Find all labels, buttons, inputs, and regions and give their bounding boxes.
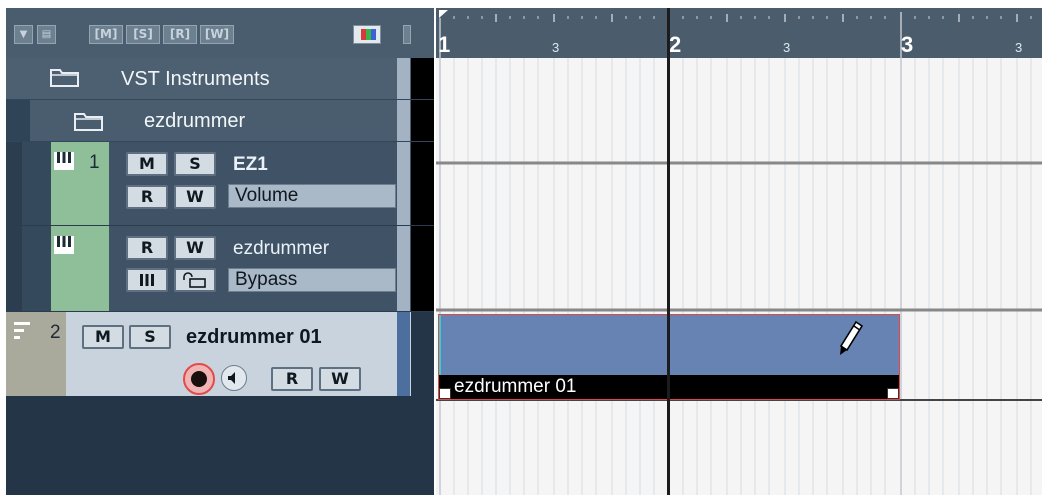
track-scroll-strip <box>397 142 410 225</box>
track-divider-strip <box>411 58 434 99</box>
bypass-bars-icon <box>140 274 154 286</box>
read-automation-button[interactable]: R <box>126 236 168 260</box>
track-divider-strip <box>411 100 434 141</box>
track-divider-strip <box>411 312 434 396</box>
track-instrument-ezdrummer[interactable]: R W ezdrummer Bypass <box>6 226 434 312</box>
track-scroll-strip <box>397 58 410 99</box>
track-folder-ezdrummer[interactable]: ezdrummer <box>6 100 434 142</box>
ruler-bar-label: 2 <box>669 32 682 57</box>
track-color-strip: 2 <box>6 312 66 396</box>
folder-indent-strip <box>6 142 22 225</box>
cubase-project-window: ▼ ▤ [M] [S] [R] [W] VST Instruments ezdr… <box>0 0 1042 495</box>
track-name[interactable]: EZ1 <box>233 154 268 176</box>
ruler-beat-label: 3 <box>552 40 560 55</box>
triangle-down-icon: ▼ <box>19 29 28 40</box>
track-midi-ezdrummer-01[interactable]: 2 M S ezdrummer 01 R W <box>6 312 434 398</box>
track-list-menu-button[interactable]: ▤ <box>37 25 56 44</box>
piano-icon <box>54 152 74 170</box>
write-automation-button[interactable]: W <box>174 185 216 209</box>
arrange-grid <box>436 58 1042 495</box>
track-scroll-strip <box>397 226 410 311</box>
automation-parameter-select[interactable]: Bypass <box>228 268 396 292</box>
folder-indent-strip <box>6 226 22 311</box>
mute-button[interactable]: M <box>126 152 168 176</box>
track-list-toolbar: ▼ ▤ [M] [S] [R] [W] <box>6 8 434 58</box>
collapse-tracks-button[interactable]: ▼ <box>14 25 33 44</box>
track-name[interactable]: ezdrummer 01 <box>186 326 322 349</box>
timeline-ruler[interactable]: 1 2 3 3 3 3 <box>436 8 1042 58</box>
record-enable-button[interactable] <box>183 363 215 395</box>
track-number: 2 <box>50 322 61 343</box>
ruler-ticks <box>439 10 1032 58</box>
mute-all-button[interactable]: [M] <box>89 25 123 44</box>
bypass-toggle-button[interactable] <box>126 268 168 292</box>
record-icon <box>191 371 207 387</box>
event-name: ezdrummer 01 <box>454 376 577 397</box>
small-list-icon: ▤ <box>41 29 52 40</box>
folder-name: VST Instruments <box>121 68 270 90</box>
ruler-bar-label: 1 <box>438 32 451 57</box>
folder-indent-strip <box>6 100 30 141</box>
playhead-cursor[interactable] <box>667 8 670 495</box>
lock-toggle-button[interactable] <box>174 268 216 292</box>
event-display[interactable]: 1 2 3 3 3 3 ezdrummer 01 <box>436 8 1042 495</box>
read-automation-button[interactable]: R <box>271 367 313 391</box>
pencil-cursor-icon <box>839 320 864 355</box>
write-automation-button[interactable]: W <box>174 236 216 260</box>
mute-button[interactable]: M <box>82 325 124 349</box>
color-swatch-blue <box>371 29 376 40</box>
event-resize-handle-left[interactable] <box>439 388 451 399</box>
track-instrument-ez1[interactable]: 1 M S EZ1 R W Volume <box>6 142 434 226</box>
folder-icon <box>50 69 79 87</box>
track-list: ▼ ▤ [M] [S] [R] [W] VST Instruments ezdr… <box>6 8 434 495</box>
track-divider-strip <box>411 142 434 225</box>
automation-parameter-select[interactable]: Volume <box>228 184 396 208</box>
monitor-button[interactable] <box>221 365 247 391</box>
track-divider-strip <box>411 226 434 311</box>
solo-button[interactable]: S <box>174 152 216 176</box>
write-automation-button[interactable]: W <box>319 367 361 391</box>
piano-icon <box>54 236 74 254</box>
event-resize-handle-right[interactable] <box>887 388 899 399</box>
read-automation-button[interactable]: R <box>126 185 168 209</box>
ruler-beat-label: 3 <box>1015 40 1023 55</box>
unlock-icon <box>183 272 206 288</box>
track-colors-button[interactable] <box>353 25 381 44</box>
track-folder-vst-instruments[interactable]: VST Instruments <box>6 58 434 100</box>
folder-name: ezdrummer <box>144 110 246 132</box>
write-all-button[interactable]: [W] <box>200 25 234 44</box>
track-name[interactable]: ezdrummer <box>233 238 329 260</box>
folder-indent-strip <box>22 142 51 225</box>
ruler-beat-label: 3 <box>783 40 791 55</box>
solo-all-button[interactable]: [S] <box>126 25 160 44</box>
track-color-strip: 1 <box>51 142 109 225</box>
track-scroll-strip <box>397 100 410 141</box>
folder-indent-strip <box>22 226 51 311</box>
track-color-strip <box>51 226 109 311</box>
track-number: 1 <box>89 152 100 173</box>
divider-handle[interactable] <box>403 25 411 44</box>
solo-button[interactable]: S <box>129 325 171 349</box>
read-all-button[interactable]: [R] <box>163 25 197 44</box>
speaker-icon <box>228 372 235 384</box>
folder-icon <box>74 113 103 131</box>
ruler-bar-label: 3 <box>901 32 914 57</box>
track-scroll-strip <box>397 312 410 396</box>
midi-track-icon <box>14 322 30 339</box>
